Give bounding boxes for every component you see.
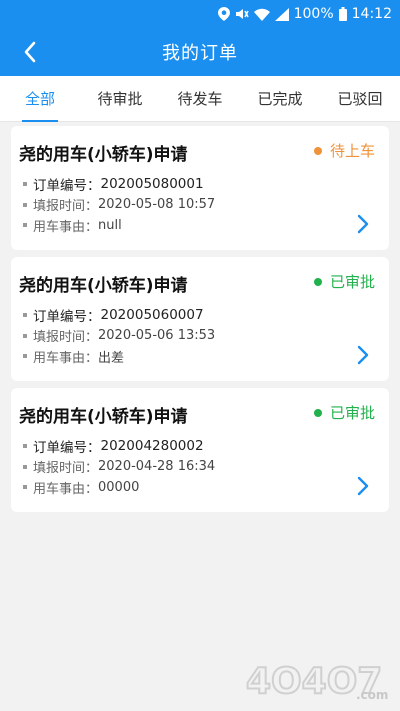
bullet-icon [23,485,27,490]
bullet-icon [23,333,27,338]
order-card[interactable]: 尧的用车(小轿车)申请 已审批 订单编号： 202005060007 填报时间：… [11,257,389,381]
clock: 14:12 [351,6,392,22]
order-number-value: 202005080001 [100,176,204,193]
tab-completed[interactable]: 已完成 [240,76,320,122]
submit-time-label: 填报时间： [33,199,99,215]
reason-row: 用车事由： 00000 [23,477,215,498]
bullet-icon [23,444,27,449]
watermark-suffix: .com [356,688,388,702]
order-list: 尧的用车(小轿车)申请 待上车 订单编号： 202005080001 填报时间：… [11,126,389,519]
status-bar: 100% 14:12 [0,0,400,28]
status-text: 待上车 [329,142,375,160]
reason-label: 用车事由： [33,219,99,235]
reason-label: 用车事由： [33,481,99,497]
order-title: 尧的用车(小轿车)申请 [19,145,188,165]
status-dot [313,146,322,155]
status-badge: 待上车 [313,140,375,161]
reason-row: 用车事由： 出差 [23,346,215,367]
order-number-label: 订单编号： [33,440,101,457]
status-badge: 已审批 [313,271,375,292]
bullet-icon [23,313,27,318]
reason-label: 用车事由： [33,350,99,366]
tab-pending-departure[interactable]: 待发车 [160,76,240,122]
order-number-row: 订单编号： 202004280002 [23,436,215,457]
status-text: 已审批 [329,273,375,291]
bullet-icon [23,202,27,207]
mute-icon [235,7,249,21]
battery-percent: 100% [293,6,334,22]
location-icon [217,7,230,21]
bullet-icon [23,223,27,228]
signal-icon [274,7,289,21]
reason-value: 出差 [98,350,125,366]
reason-value: 00000 [98,479,140,495]
order-card[interactable]: 尧的用车(小轿车)申请 已审批 订单编号： 202004280002 填报时间：… [11,388,389,512]
chevron-right-icon[interactable] [357,345,369,365]
page-title: 我的订单 [162,43,238,64]
submit-time-value: 2020-05-08 10:57 [98,197,216,213]
status-dot [313,408,322,417]
app-bar: 我的订单 [0,28,400,76]
bullet-icon [23,182,27,187]
bullet-icon [23,354,27,359]
status-dot [313,277,322,286]
bullet-icon [23,464,27,469]
watermark-logo: 4O4O7 .com [245,660,388,703]
order-number-row: 订单编号： 202005080001 [23,174,215,195]
chevron-right-icon[interactable] [357,476,369,496]
back-button[interactable] [16,38,44,66]
order-tabs: 全部 待审批 待发车 已完成 已驳回 [0,76,400,122]
submit-time-label: 填报时间： [33,330,99,346]
status-text: 已审批 [329,404,375,422]
chevron-left-icon [24,41,36,63]
submit-time-label: 填报时间： [33,461,99,477]
submit-time-value: 2020-05-06 13:53 [98,328,216,344]
battery-icon [338,7,347,21]
order-number-label: 订单编号： [33,309,101,326]
order-card[interactable]: 尧的用车(小轿车)申请 待上车 订单编号： 202005080001 填报时间：… [11,126,389,250]
order-number-value: 202005060007 [100,307,204,324]
tab-pending-approval[interactable]: 待审批 [80,76,160,122]
order-number-row: 订单编号： 202005060007 [23,305,215,326]
reason-row: 用车事由： null [23,215,215,236]
order-number-value: 202004280002 [100,438,204,455]
order-title: 尧的用车(小轿车)申请 [19,407,188,427]
reason-value: null [98,217,122,233]
order-title: 尧的用车(小轿车)申请 [19,276,188,296]
tab-all[interactable]: 全部 [0,76,80,122]
order-number-label: 订单编号： [33,178,101,195]
chevron-right-icon[interactable] [357,214,369,234]
submit-time-value: 2020-04-28 16:34 [98,459,216,475]
submit-time-row: 填报时间： 2020-05-08 10:57 [23,195,215,216]
status-badge: 已审批 [313,402,375,423]
wifi-icon [253,8,270,21]
submit-time-row: 填报时间： 2020-04-28 16:34 [23,457,215,478]
tab-rejected[interactable]: 已驳回 [320,76,400,122]
submit-time-row: 填报时间： 2020-05-06 13:53 [23,326,215,347]
